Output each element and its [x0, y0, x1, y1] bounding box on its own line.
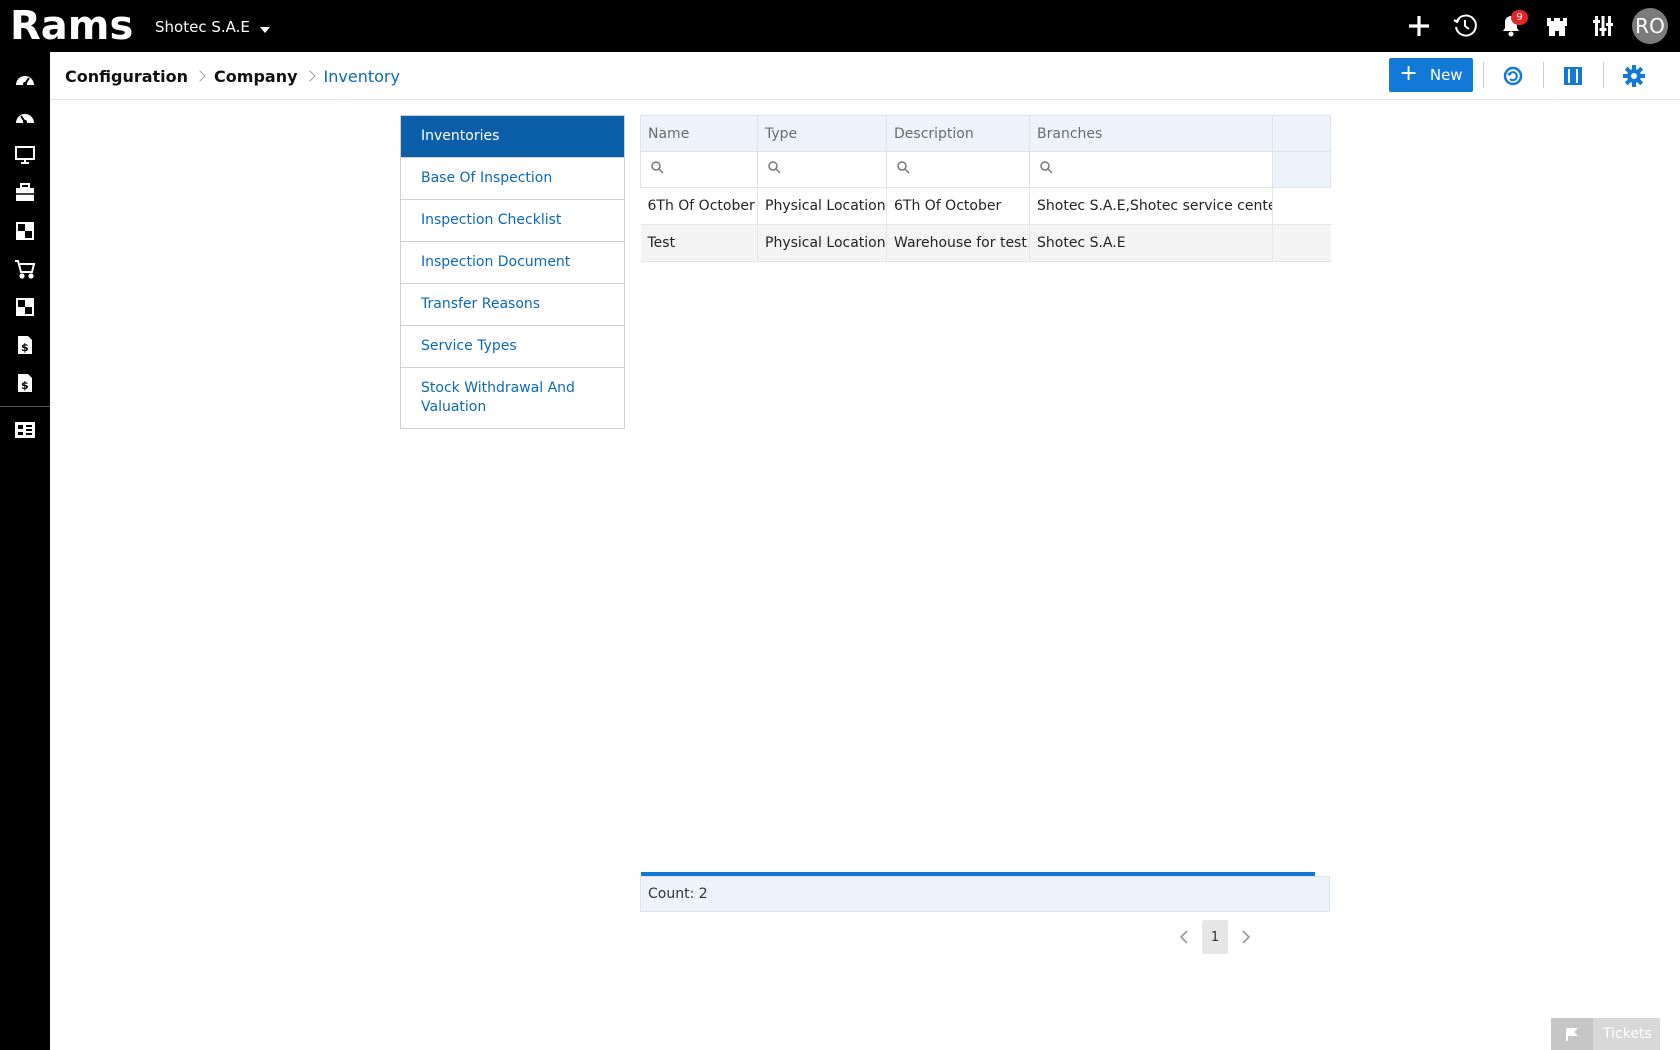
cell-extra	[1272, 224, 1331, 262]
modules-icon[interactable]	[0, 212, 50, 250]
pagination: 1	[1170, 920, 1260, 954]
tickets-label: Tickets	[1603, 1026, 1652, 1042]
name-filter[interactable]	[640, 151, 758, 188]
menu-item-base-of-inspection[interactable]: Base Of Inspection	[401, 158, 624, 200]
page-header: Configuration Company Inventory + New	[50, 52, 1680, 100]
cell-branches: Shotec S.A.E,Shotec service center	[1029, 187, 1273, 225]
notifications-icon[interactable]: 9	[1488, 0, 1534, 52]
company-selector[interactable]: Shotec S.A.E	[155, 18, 270, 36]
description-filter[interactable]	[886, 151, 1030, 188]
reports-icon[interactable]	[0, 411, 50, 449]
logo-text: Rams	[10, 6, 132, 46]
menu-item-service-types[interactable]: Service Types	[401, 326, 624, 368]
search-icon	[897, 161, 910, 174]
columns-icon[interactable]	[1555, 58, 1591, 94]
cell-type: Physical Location	[757, 224, 887, 262]
column-header-description[interactable]: Description	[886, 115, 1030, 152]
cell-type: Physical Location	[757, 187, 887, 225]
inventory-menu: Inventories Base Of Inspection Inspectio…	[400, 115, 625, 429]
svg-text:$: $	[21, 341, 29, 354]
new-button-label: New	[1429, 66, 1463, 84]
page-number[interactable]: 1	[1202, 920, 1228, 954]
table-row[interactable]: Test Physical Location Warehouse for tes…	[640, 224, 1331, 262]
cell-description: 6Th Of October	[886, 187, 1030, 225]
castle-icon[interactable]	[1534, 0, 1580, 52]
menu-item-inspection-document[interactable]: Inspection Document	[401, 242, 624, 284]
breadcrumb-company[interactable]: Company	[214, 67, 297, 86]
column-header-type[interactable]: Type	[757, 115, 887, 152]
briefcase-icon[interactable]	[0, 174, 50, 212]
svg-text:$: $	[21, 379, 29, 392]
cell-name: Test	[640, 224, 758, 262]
column-header-name[interactable]: Name	[640, 115, 758, 152]
sidebar: $ $	[0, 52, 50, 1050]
next-page-button[interactable]	[1232, 920, 1260, 954]
chevron-right-icon	[194, 70, 206, 82]
breadcrumb-inventory: Inventory	[323, 66, 400, 86]
dashboard-icon[interactable]	[0, 60, 50, 98]
chevron-right-icon	[1242, 930, 1251, 944]
gauge-icon[interactable]	[0, 98, 50, 136]
grid-footer: Count: 2	[640, 876, 1330, 912]
top-bar: Rams Shotec S.A.E 9 RO	[0, 0, 1680, 52]
user-avatar[interactable]: RO	[1632, 8, 1668, 44]
history-icon[interactable]	[1442, 0, 1488, 52]
breadcrumb-configuration[interactable]: Configuration	[65, 67, 188, 86]
grid-modules-icon[interactable]	[0, 288, 50, 326]
chevron-left-icon	[1179, 930, 1188, 944]
record-count: Count: 2	[648, 886, 708, 902]
type-filter[interactable]	[757, 151, 887, 188]
sidebar-divider	[0, 406, 50, 407]
settings-gear-icon[interactable]	[1616, 58, 1652, 94]
previous-page-button[interactable]	[1170, 920, 1198, 954]
breadcrumb: Configuration Company Inventory	[65, 52, 400, 100]
search-icon	[1040, 161, 1053, 174]
branches-filter[interactable]	[1029, 151, 1273, 188]
monitor-icon[interactable]	[0, 136, 50, 174]
toolbar-divider	[1603, 62, 1604, 88]
menu-item-stock-withdrawal[interactable]: Stock Withdrawal And Valuation	[401, 368, 624, 428]
plus-icon: +	[1399, 61, 1418, 86]
chevron-right-icon	[303, 70, 316, 82]
cell-description: Warehouse for test	[886, 224, 1030, 262]
flag-icon	[1551, 1018, 1593, 1050]
menu-item-transfer-reasons[interactable]: Transfer Reasons	[401, 284, 624, 326]
column-header-extra	[1272, 115, 1331, 152]
search-icon	[768, 161, 781, 174]
search-icon	[651, 161, 664, 174]
rams-logo[interactable]: Rams	[10, 6, 132, 46]
inventory-grid: Name Type Description Branches 6Th Of Oc…	[640, 115, 1331, 262]
shopping-cart-icon[interactable]	[0, 250, 50, 288]
toolbar-divider	[1543, 62, 1544, 88]
cell-branches: Shotec S.A.E	[1029, 224, 1273, 262]
refresh-icon[interactable]	[1495, 58, 1531, 94]
tickets-button[interactable]: Tickets	[1551, 1018, 1660, 1050]
column-header-branches[interactable]: Branches	[1029, 115, 1273, 152]
table-row[interactable]: 6Th Of October Physical Location 6Th Of …	[640, 187, 1331, 225]
invoice-icon[interactable]: $	[0, 326, 50, 364]
company-name: Shotec S.A.E	[155, 18, 250, 36]
menu-item-inspection-checklist[interactable]: Inspection Checklist	[401, 200, 624, 242]
notifications-badge: 9	[1511, 10, 1528, 25]
cell-extra	[1272, 187, 1331, 225]
toolbar-divider	[1483, 62, 1484, 88]
sliders-icon[interactable]	[1580, 0, 1626, 52]
filter-extra-cell	[1272, 151, 1331, 188]
caret-down-icon	[259, 26, 270, 33]
menu-item-inventories[interactable]: Inventories	[401, 116, 624, 158]
new-button[interactable]: + New	[1389, 58, 1473, 92]
cell-name: 6Th Of October	[640, 187, 758, 225]
add-icon[interactable]	[1396, 0, 1442, 52]
billing-icon[interactable]: $	[0, 364, 50, 402]
